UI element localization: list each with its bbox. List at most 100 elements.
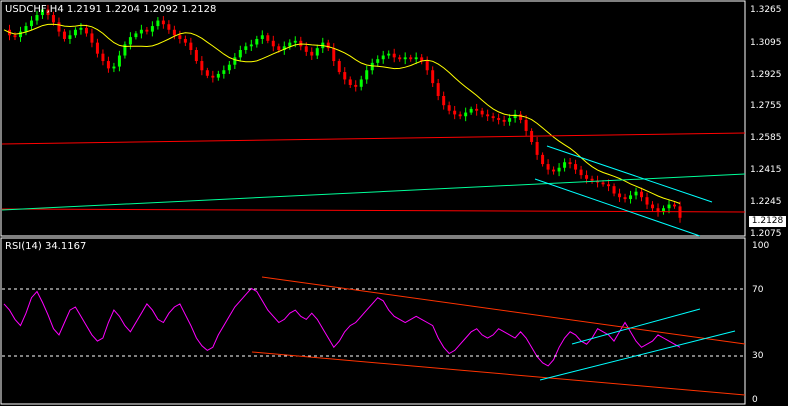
candle-body[interactable] <box>535 142 539 155</box>
candle-body[interactable] <box>112 66 116 69</box>
rsi-channel-upper-line[interactable] <box>571 308 701 345</box>
candle-body[interactable] <box>222 70 226 74</box>
candle-body[interactable] <box>552 169 556 172</box>
candle-body[interactable] <box>106 61 110 69</box>
candle-body[interactable] <box>172 29 176 36</box>
candle-body[interactable] <box>260 35 264 39</box>
candle-body[interactable] <box>524 119 528 131</box>
candle-body[interactable] <box>277 46 281 50</box>
trading-terminal-chart[interactable] <box>0 0 788 406</box>
candle-body[interactable] <box>343 72 347 80</box>
candle-body[interactable] <box>557 167 561 172</box>
candle-body[interactable] <box>255 38 259 45</box>
candle-body[interactable] <box>574 164 578 170</box>
candle-body[interactable] <box>354 84 358 87</box>
candle-body[interactable] <box>57 22 61 32</box>
candle-body[interactable] <box>475 108 479 111</box>
green-trendline[interactable] <box>1 173 746 211</box>
candle-body[interactable] <box>458 114 462 117</box>
candle-body[interactable] <box>18 31 22 38</box>
candle-body[interactable] <box>84 27 88 34</box>
candle-body[interactable] <box>128 37 132 45</box>
candle-body[interactable] <box>315 48 319 56</box>
candle-body[interactable] <box>249 44 253 47</box>
candle-body[interactable] <box>288 42 292 47</box>
candle-body[interactable] <box>640 191 644 198</box>
candle-body[interactable] <box>634 191 638 196</box>
candle-body[interactable] <box>431 70 435 84</box>
candle-body[interactable] <box>238 50 242 58</box>
candle-body[interactable] <box>519 114 523 120</box>
candle-body[interactable] <box>156 20 160 27</box>
candle-body[interactable] <box>150 26 154 32</box>
candle-body[interactable] <box>601 182 605 185</box>
candle-body[interactable] <box>579 169 583 176</box>
candle-body[interactable] <box>189 42 193 50</box>
candle-body[interactable] <box>491 116 495 119</box>
candle-body[interactable] <box>178 35 182 39</box>
candle-body[interactable] <box>486 114 490 117</box>
candle-body[interactable] <box>337 61 341 73</box>
candle-body[interactable] <box>24 26 28 32</box>
candle-body[interactable] <box>612 186 616 194</box>
candle-body[interactable] <box>425 61 429 71</box>
rsi-downtrend-upper-line[interactable] <box>261 276 746 345</box>
candle-body[interactable] <box>293 40 297 43</box>
candle-body[interactable] <box>211 75 215 78</box>
candle-body[interactable] <box>145 29 149 32</box>
candle-body[interactable] <box>266 35 270 41</box>
candle-body[interactable] <box>233 57 237 65</box>
candle-body[interactable] <box>568 162 572 165</box>
candle-body[interactable] <box>216 73 220 78</box>
horizontal-support-line[interactable] <box>1 208 746 213</box>
rsi-plot-area[interactable] <box>3 287 681 367</box>
candle-body[interactable] <box>134 33 138 38</box>
candle-body[interactable] <box>673 204 677 207</box>
candle-body[interactable] <box>117 55 121 67</box>
horizontal-resistance-line[interactable] <box>1 132 746 145</box>
candle-body[interactable] <box>381 55 385 60</box>
candle-body[interactable] <box>29 20 33 27</box>
candle-body[interactable] <box>348 79 352 85</box>
candle-body[interactable] <box>480 110 484 115</box>
candle-body[interactable] <box>271 40 275 47</box>
candle-body[interactable] <box>403 57 407 60</box>
candle-body[interactable] <box>194 50 198 62</box>
candle-body[interactable] <box>370 62 374 71</box>
candle-body[interactable] <box>667 204 671 209</box>
candle-body[interactable] <box>200 61 204 71</box>
candle-body[interactable] <box>629 195 633 200</box>
channel-upper-line[interactable] <box>546 145 713 203</box>
candle-body[interactable] <box>469 108 473 113</box>
candle-body[interactable] <box>101 53 105 62</box>
candle-body[interactable] <box>497 118 501 120</box>
candle-body[interactable] <box>508 118 512 122</box>
candle-body[interactable] <box>585 175 589 179</box>
candle-body[interactable] <box>310 51 314 56</box>
candle-body[interactable] <box>398 57 402 60</box>
candle-body[interactable] <box>90 33 94 43</box>
candle-body[interactable] <box>359 79 363 87</box>
candle-body[interactable] <box>392 53 396 58</box>
candle-body[interactable] <box>651 204 655 209</box>
candle-body[interactable] <box>161 20 165 25</box>
candle-body[interactable] <box>414 57 418 60</box>
candle-body[interactable] <box>79 27 83 30</box>
candle-body[interactable] <box>167 24 171 30</box>
candle-body[interactable] <box>453 110 457 115</box>
candle-body[interactable] <box>541 154 545 165</box>
candle-body[interactable] <box>13 35 17 38</box>
channel-lower-line[interactable] <box>534 178 701 237</box>
candle-body[interactable] <box>645 197 649 205</box>
candle-body[interactable] <box>618 193 622 198</box>
candle-body[interactable] <box>447 105 451 111</box>
candle-body[interactable] <box>304 46 308 52</box>
candle-body[interactable] <box>68 35 72 39</box>
candle-body[interactable] <box>51 15 55 23</box>
candle-body[interactable] <box>205 70 209 76</box>
candle-body[interactable] <box>607 184 611 187</box>
price-plot-area[interactable] <box>3 4 682 223</box>
candle-body[interactable] <box>227 64 231 71</box>
candle-body[interactable] <box>62 31 66 39</box>
candle-body[interactable] <box>365 70 369 80</box>
